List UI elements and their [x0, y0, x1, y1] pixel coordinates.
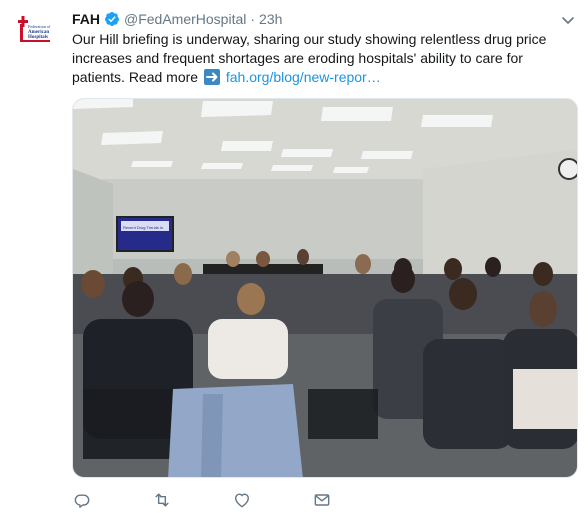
- tweet-text: Our Hill briefing is underway, sharing o…: [72, 30, 572, 87]
- tweet-actions: [72, 490, 372, 512]
- author-name[interactable]: FAH: [72, 11, 100, 27]
- avatar-line-1: Federation of: [28, 24, 51, 29]
- reply-icon[interactable]: [72, 490, 92, 510]
- blog-link[interactable]: fah.org/blog/new-repor…: [226, 69, 381, 85]
- screen-text: Recent Drug Trends in: [123, 225, 163, 230]
- verified-badge-icon: [104, 11, 120, 27]
- briefing-room-photo: Recent Drug Trends in: [73, 99, 577, 477]
- avatar-line-3: Hospitals: [28, 35, 48, 40]
- chevron-down-icon[interactable]: [560, 12, 576, 28]
- envelope-icon[interactable]: [312, 490, 332, 510]
- fah-logo-icon: Federation of American Hospitals: [18, 16, 51, 42]
- timestamp[interactable]: 23h: [259, 11, 282, 27]
- author-handle[interactable]: @FedAmerHospital: [124, 11, 246, 27]
- separator-dot: ·: [250, 11, 256, 27]
- heart-icon[interactable]: [232, 490, 252, 510]
- retweet-icon[interactable]: [152, 490, 172, 510]
- tweet-card[interactable]: Federation of American Hospitals FAH @Fe…: [0, 0, 588, 520]
- tweet-header: FAH @FedAmerHospital · 23h: [72, 10, 282, 28]
- right-arrow-emoji-icon: [203, 69, 220, 85]
- tweet-photo[interactable]: Recent Drug Trends in: [72, 98, 578, 478]
- avatar[interactable]: Federation of American Hospitals: [10, 10, 58, 58]
